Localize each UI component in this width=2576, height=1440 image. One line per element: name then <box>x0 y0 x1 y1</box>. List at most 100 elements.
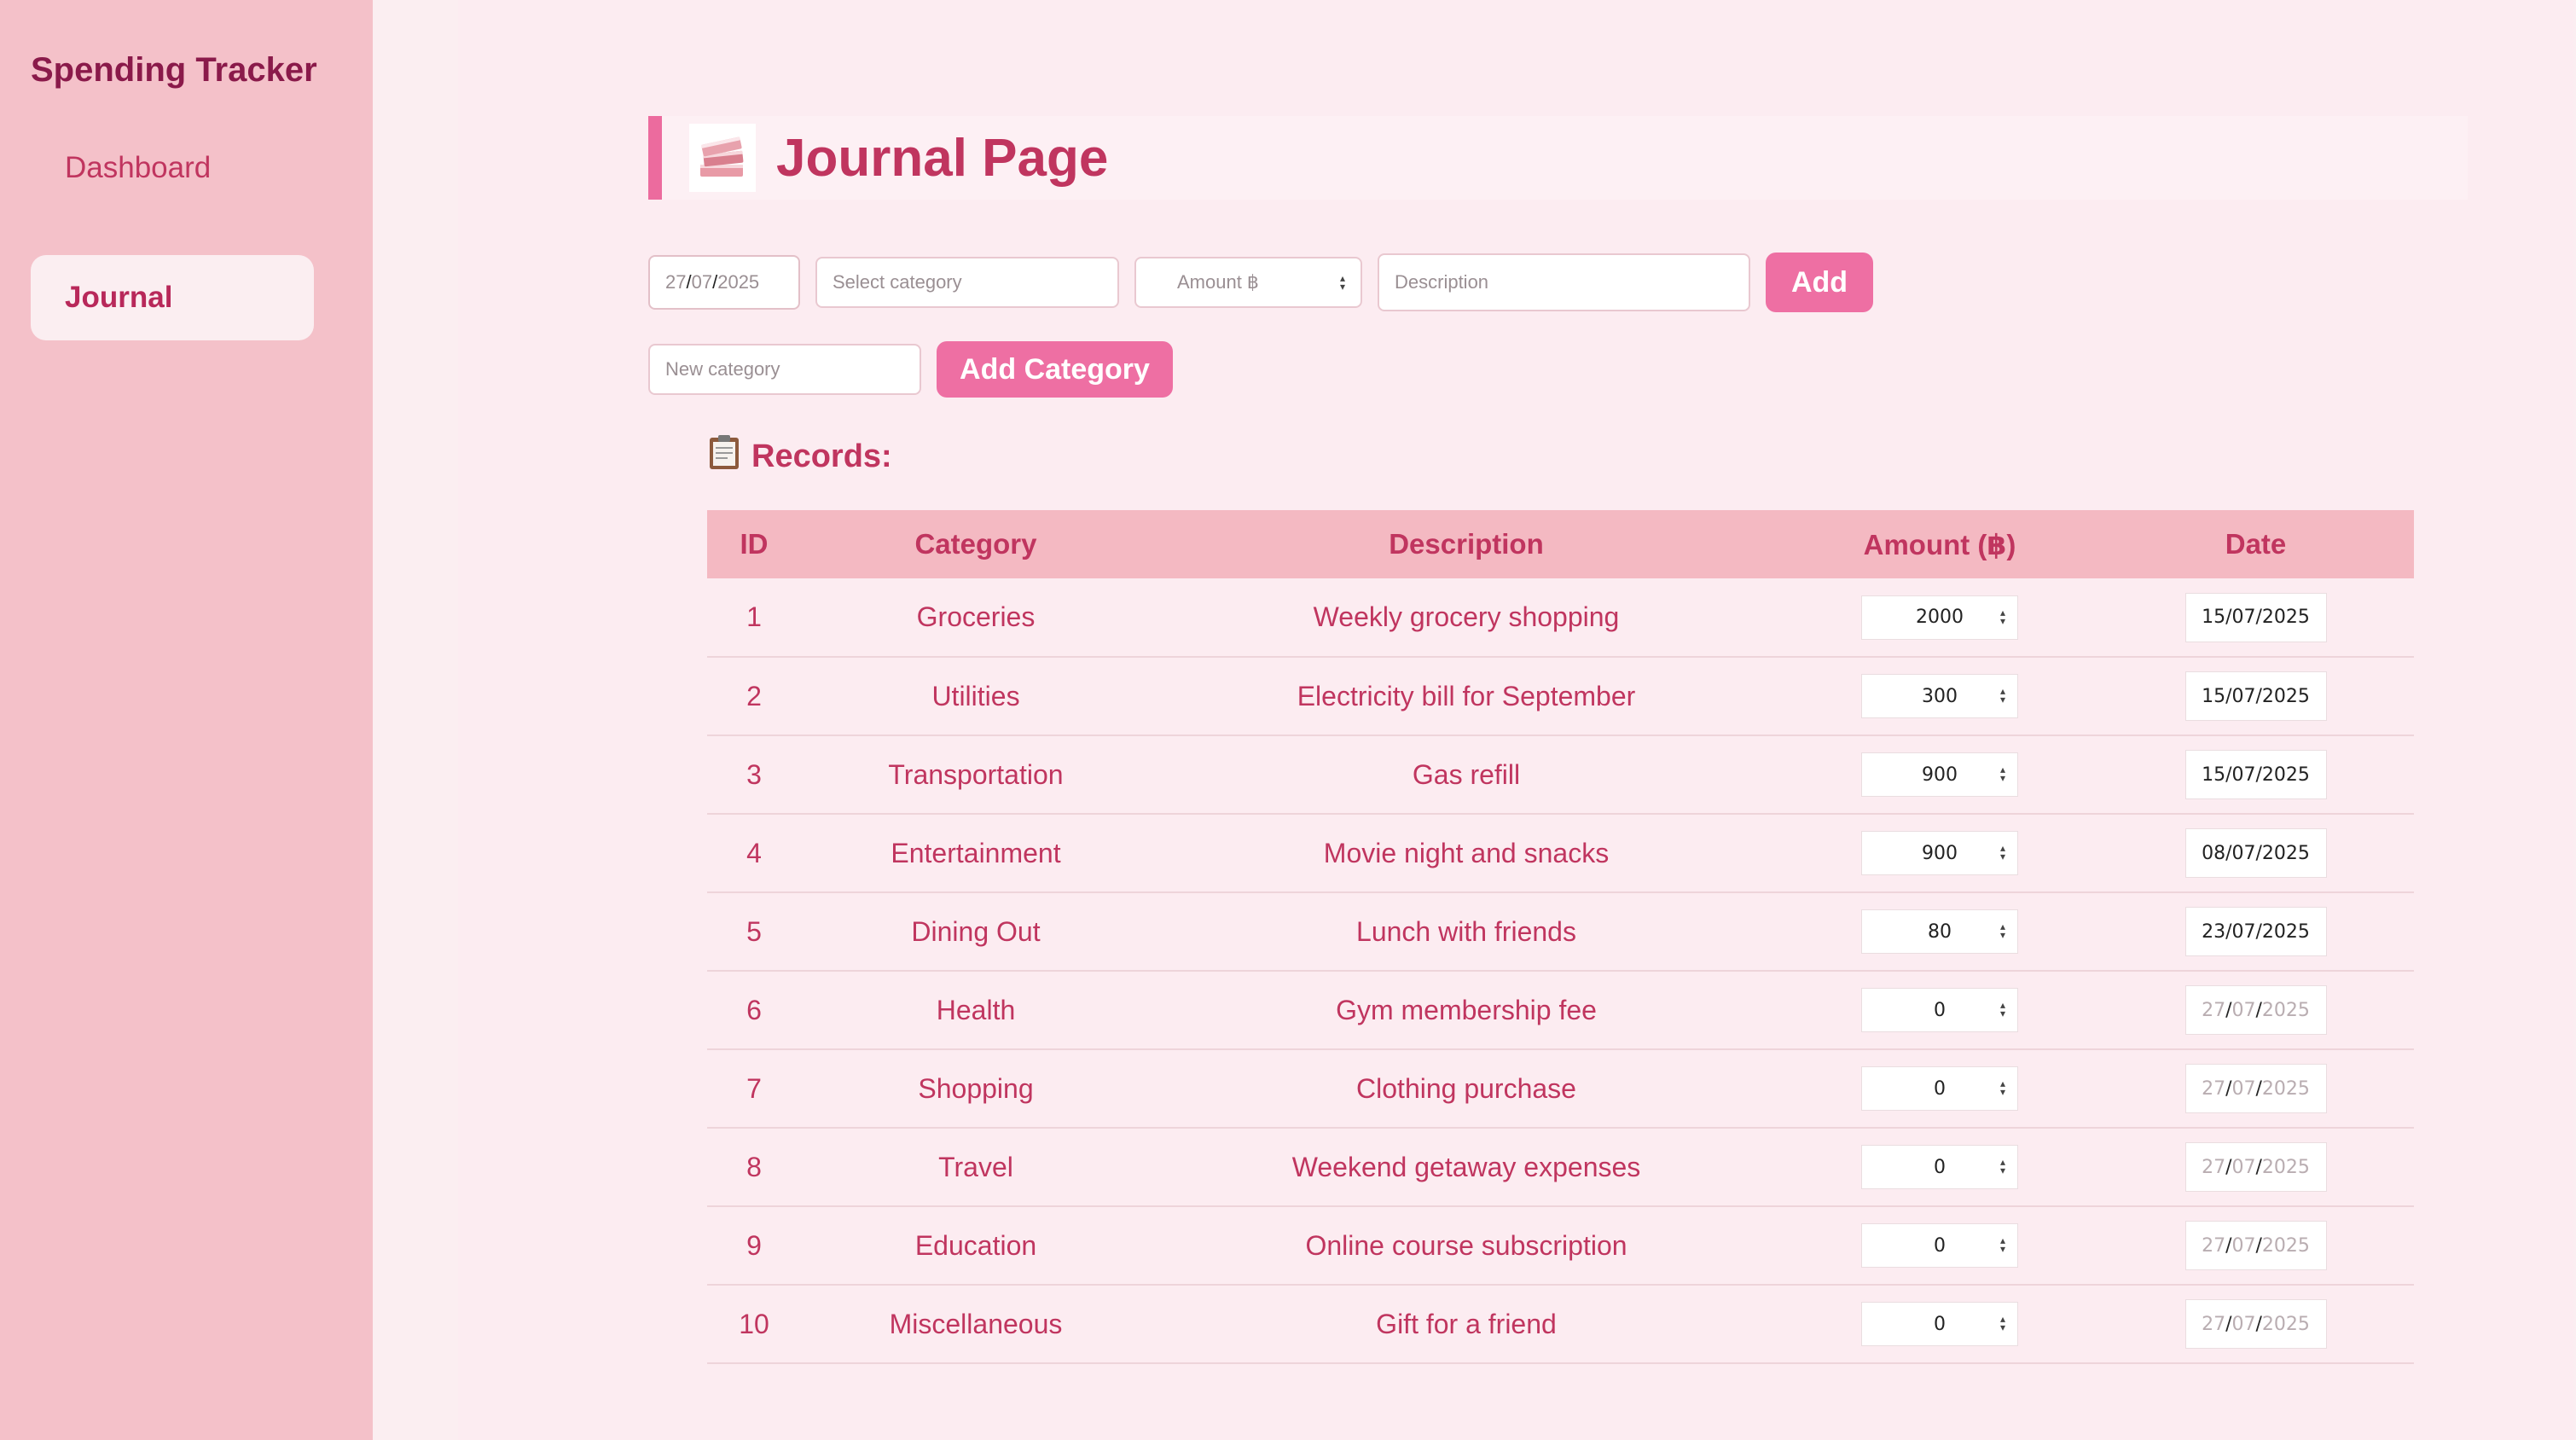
spinner-icon[interactable]: ▴ ▾ <box>2000 1000 2005 1019</box>
cell-id: 4 <box>746 837 762 868</box>
amount-value: 900 <box>1922 842 1958 864</box>
date-field[interactable]: 15/07/2025 <box>2184 750 2327 799</box>
amount-value: 0 <box>1934 1077 1946 1100</box>
add-category-button[interactable]: Add Category <box>937 341 1173 398</box>
description-input[interactable]: Description <box>1378 253 1750 311</box>
records-table: ID Category Description Amount (฿) Date … <box>707 510 2414 1364</box>
cell-category: Education <box>914 1229 1037 1261</box>
date-field[interactable]: 15/07/2025 <box>2184 592 2327 642</box>
amount-value: 2000 <box>1916 607 1964 628</box>
spinner-icon[interactable]: ▴ ▾ <box>1340 273 1345 292</box>
date-field[interactable]: 27/07/2025 <box>2184 1299 2327 1349</box>
date-field[interactable]: 08/07/2025 <box>2184 828 2327 878</box>
table-row: 9 Education Online course subscription 0… <box>707 1206 2414 1285</box>
date-value: 08/07/2025 <box>2202 842 2310 864</box>
records-body: 1 Groceries Weekly grocery shopping 2000… <box>707 578 2414 1363</box>
cell-category: Entertainment <box>891 837 1061 868</box>
amount-value: 80 <box>1928 920 1952 943</box>
cell-category: Groceries <box>916 601 1036 632</box>
spinner-icon[interactable]: ▴ ▾ <box>2000 843 2005 862</box>
cell-category: Shopping <box>918 1072 1034 1104</box>
table-row: 4 Entertainment Movie night and snacks 9… <box>707 814 2414 892</box>
cell-description: Electricity bill for September <box>1297 680 1636 711</box>
cell-id: 5 <box>746 915 762 947</box>
spinner-icon[interactable]: ▴ ▾ <box>2000 607 2005 626</box>
amount-field[interactable]: 0 ▴ ▾ <box>1861 1066 2018 1111</box>
date-year: 2025 <box>717 271 760 293</box>
amount-field[interactable]: 0 ▴ ▾ <box>1861 1223 2018 1268</box>
spinner-icon[interactable]: ▴ ▾ <box>2000 686 2005 705</box>
date-field[interactable]: 27/07/2025 <box>2184 1221 2327 1270</box>
cell-description: Weekly grocery shopping <box>1313 601 1620 632</box>
amount-placeholder: Amount ฿ <box>1177 271 1259 293</box>
add-button[interactable]: Add <box>1766 253 1873 312</box>
cell-id: 3 <box>746 758 762 790</box>
amount-field[interactable]: 300 ▴ ▾ <box>1861 674 2018 718</box>
amount-field[interactable]: 900 ▴ ▾ <box>1861 752 2018 797</box>
cell-amount: 0 ▴ ▾ <box>1782 1049 2097 1128</box>
spinner-icon[interactable]: ▴ ▾ <box>2000 1314 2005 1333</box>
date-field[interactable]: 27/07/2025 <box>2184 1064 2327 1113</box>
date-placeholder: 27/07/2025 <box>2202 1234 2310 1257</box>
cell-category: Transportation <box>888 758 1064 790</box>
cell-date: 27/07/2025 <box>2097 1049 2414 1128</box>
amount-field[interactable]: 0 ▴ ▾ <box>1861 988 2018 1032</box>
new-category-input[interactable]: New category <box>648 344 921 395</box>
cell-amount: 0 ▴ ▾ <box>1782 1128 2097 1206</box>
cell-date: 23/07/2025 <box>2097 892 2414 971</box>
app-brand: Spending Tracker <box>31 51 317 89</box>
cell-amount: 900 ▴ ▾ <box>1782 814 2097 892</box>
date-value: 23/07/2025 <box>2202 920 2310 943</box>
date-field[interactable]: 23/07/2025 <box>2184 907 2327 956</box>
spinner-icon[interactable]: ▴ ▾ <box>2000 1078 2005 1097</box>
amount-value: 0 <box>1934 1234 1946 1257</box>
amount-field[interactable]: 0 ▴ ▾ <box>1861 1302 2018 1346</box>
amount-value: 0 <box>1934 999 1946 1021</box>
amount-field[interactable]: 80 ▴ ▾ <box>1861 909 2018 954</box>
table-row: 1 Groceries Weekly grocery shopping 2000… <box>707 578 2414 657</box>
cell-description: Gift for a friend <box>1376 1308 1557 1339</box>
date-input[interactable]: 27/07/2025 <box>648 255 800 310</box>
cell-description: Clothing purchase <box>1356 1072 1576 1104</box>
cell-id: 7 <box>746 1072 762 1104</box>
date-placeholder: 27/07/2025 <box>2202 1156 2310 1178</box>
date-field[interactable]: 27/07/2025 <box>2184 1142 2327 1192</box>
spinner-icon[interactable]: ▴ ▾ <box>2000 1235 2005 1254</box>
column-header-date: Date <box>2225 528 2287 560</box>
cell-date: 15/07/2025 <box>2097 735 2414 814</box>
amount-field[interactable]: 900 ▴ ▾ <box>1861 831 2018 875</box>
records-heading: Records: <box>707 433 892 479</box>
date-field[interactable]: 27/07/2025 <box>2184 985 2327 1035</box>
amount-field[interactable]: 2000 ▴ ▾ <box>1861 595 2018 640</box>
clipboard-icon <box>707 433 741 479</box>
cell-date: 08/07/2025 <box>2097 814 2414 892</box>
spinner-icon[interactable]: ▴ ▾ <box>2000 921 2005 940</box>
page-title: Journal Page <box>776 128 1109 188</box>
cell-date: 27/07/2025 <box>2097 1206 2414 1285</box>
cell-description: Gas refill <box>1412 758 1521 790</box>
amount-field[interactable]: 0 ▴ ▾ <box>1861 1145 2018 1189</box>
sidebar-item-journal[interactable]: Journal <box>31 255 314 340</box>
cell-id: 9 <box>746 1229 762 1261</box>
column-header-description: Description <box>1389 528 1544 560</box>
add-category-form: New category Add Category <box>648 341 1173 398</box>
cell-date: 27/07/2025 <box>2097 1285 2414 1363</box>
cell-description: Online course subscription <box>1305 1229 1627 1261</box>
date-field[interactable]: 15/07/2025 <box>2184 671 2327 721</box>
records-title: Records: <box>751 438 892 474</box>
cell-category: Utilities <box>931 680 1020 711</box>
table-row: 5 Dining Out Lunch with friends 80 ▴ ▾ 23… <box>707 892 2414 971</box>
table-row: 3 Transportation Gas refill 900 ▴ ▾ 15/07… <box>707 735 2414 814</box>
sidebar-item-dashboard[interactable]: Dashboard <box>31 131 314 206</box>
cell-category: Dining Out <box>911 915 1041 947</box>
spinner-icon[interactable]: ▴ ▾ <box>2000 764 2005 783</box>
cell-amount: 80 ▴ ▾ <box>1782 892 2097 971</box>
date-value: 15/07/2025 <box>2202 764 2310 786</box>
column-header-category: Category <box>914 528 1037 560</box>
page-header: Journal Page <box>648 116 2468 200</box>
spinner-icon[interactable]: ▴ ▾ <box>2000 1157 2005 1176</box>
cell-amount: 900 ▴ ▾ <box>1782 735 2097 814</box>
amount-input[interactable]: Amount ฿ ▴ ▾ <box>1134 257 1362 308</box>
category-select[interactable]: Select category <box>815 257 1119 308</box>
cell-amount: 0 ▴ ▾ <box>1782 1206 2097 1285</box>
